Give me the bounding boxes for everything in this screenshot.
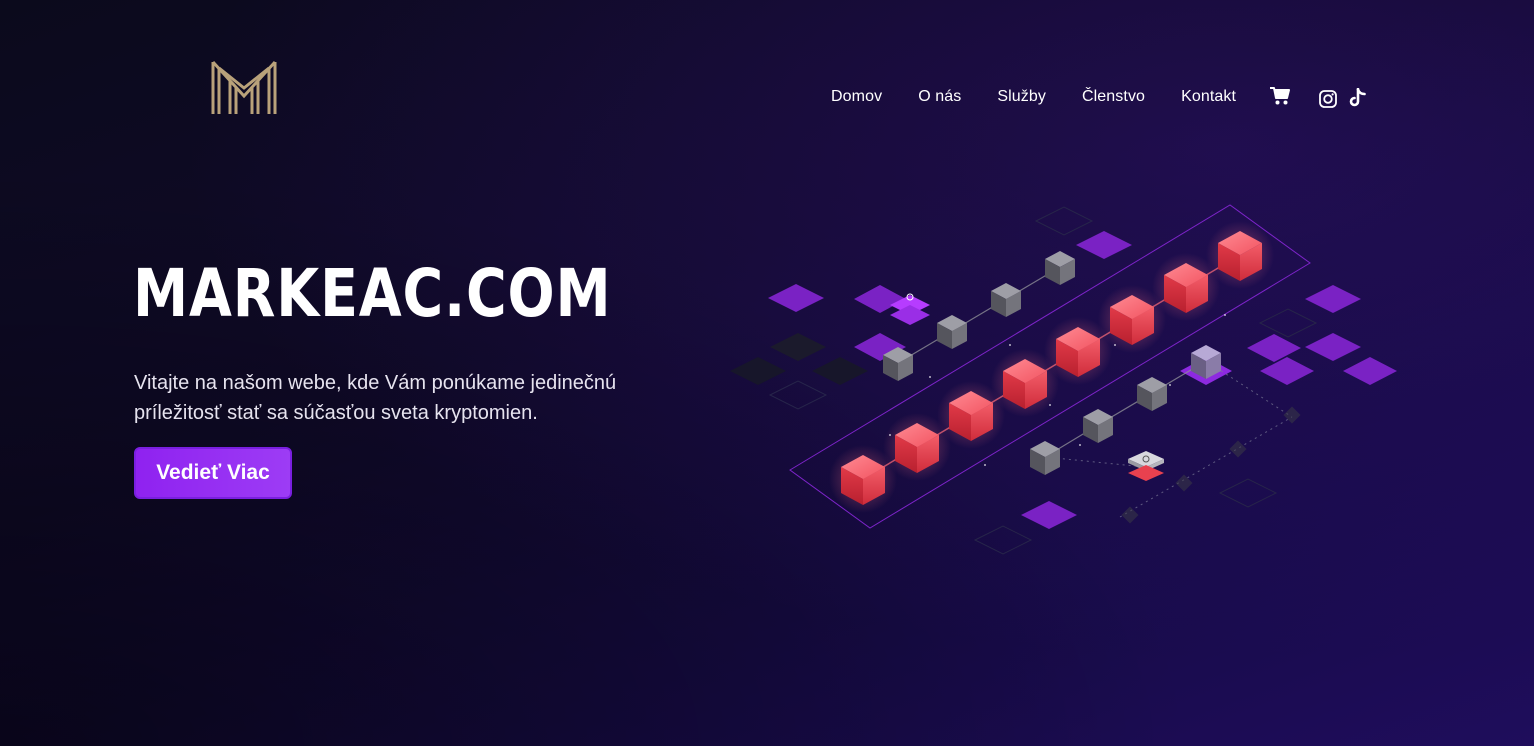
main-nav: Domov O nás Služby Členstvo Kontakt (831, 86, 1236, 108)
blockchain-illustration (730, 204, 1397, 555)
learn-more-button[interactable]: Vedieť Viac (134, 447, 292, 499)
tiktok-icon[interactable] (1349, 88, 1367, 108)
nav-item-domov[interactable]: Domov (831, 88, 882, 106)
cart-icon[interactable] (1269, 86, 1291, 106)
instagram-icon[interactable] (1319, 90, 1337, 108)
nav-item-sluzby[interactable]: Služby (997, 88, 1046, 106)
hero-title: MARKEAC.COM (133, 255, 612, 332)
nav-item-clenstvo[interactable]: Členstvo (1082, 88, 1145, 106)
nav-item-o-nas[interactable]: O nás (918, 88, 961, 106)
nav-item-kontakt[interactable]: Kontakt (1181, 88, 1236, 106)
hero-description: Vitajte na našom webe, kde Vám ponúkame … (134, 372, 617, 424)
markeac-logo-icon[interactable] (208, 58, 280, 116)
